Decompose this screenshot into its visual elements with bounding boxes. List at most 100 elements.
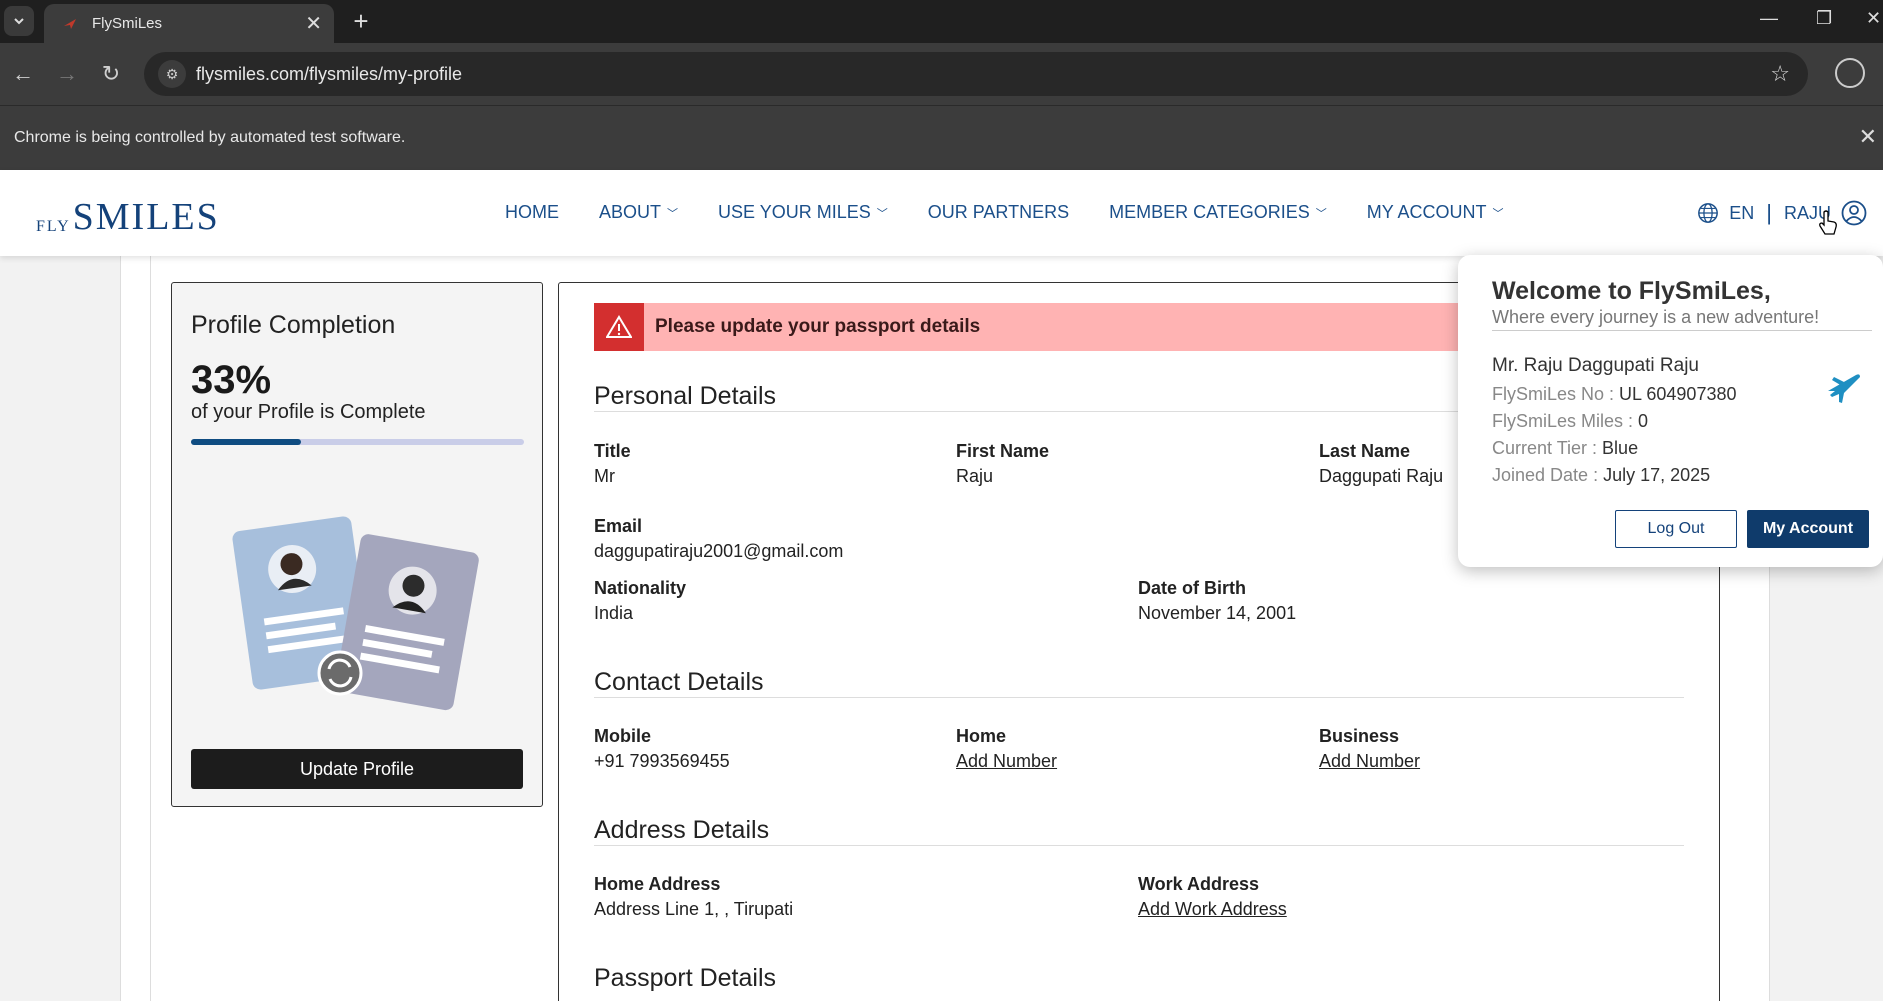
welcome-tagline: Where every journey is a new adventure! xyxy=(1492,307,1820,327)
alert-text: Please update your passport details xyxy=(655,316,981,337)
header-separator: | xyxy=(1766,200,1772,225)
warning-icon xyxy=(594,303,644,351)
dob-label: Date of Birth xyxy=(1138,578,1246,598)
chevron-down-icon xyxy=(14,18,24,25)
miles-row: FlySmiLes Miles : 0 xyxy=(1492,411,1648,432)
nav-our-partners-label: OUR PARTNERS xyxy=(927,202,1070,222)
nav-my-account-label: MY ACCOUNT xyxy=(1366,202,1487,222)
bookmark-star-icon[interactable]: ☆ xyxy=(1770,61,1790,87)
profile-completion-card: Profile Completion 33% of your Profile i… xyxy=(171,282,543,807)
mobile-value: +91 7993569455 xyxy=(594,751,730,771)
reload-icon[interactable]: ↻ xyxy=(96,61,126,87)
tier-value: Blue xyxy=(1602,438,1639,458)
profile-cards-illustration xyxy=(232,516,479,711)
dob-value: November 14, 2001 xyxy=(1138,603,1297,623)
flysmiles-logo[interactable]: FLY SMILES xyxy=(36,192,220,236)
member-number-row: FlySmiLes No : UL 604907380 xyxy=(1492,384,1737,405)
business-phone-label: Business xyxy=(1319,726,1400,746)
restore-icon[interactable]: ❐ xyxy=(1816,8,1832,29)
personal-details-title: Personal Details xyxy=(594,382,777,410)
infobar-close-icon[interactable]: ✕ xyxy=(1859,124,1877,150)
account-dropdown: Welcome to FlySmiLes, Where every journe… xyxy=(1458,255,1883,567)
logo-smiles-text: SMILES xyxy=(72,196,220,238)
automation-infobar: Chrome is being controlled by automated … xyxy=(0,105,1883,170)
member-number-key: FlySmiLes No : xyxy=(1492,384,1615,404)
tier-key: Current Tier : xyxy=(1492,438,1598,458)
new-tab-button[interactable]: + xyxy=(346,6,376,36)
back-icon[interactable]: ← xyxy=(8,61,38,87)
browser-profile-icon[interactable] xyxy=(1835,58,1865,88)
nav-our-partners[interactable]: OUR PARTNERS xyxy=(928,202,1069,223)
miles-value: 0 xyxy=(1638,411,1649,431)
nav-home-label: HOME xyxy=(505,202,559,222)
url-text: flysmiles.com/flysmiles/my-profile xyxy=(196,63,463,84)
log-out-button[interactable]: Log Out xyxy=(1615,510,1737,548)
title-value: Mr xyxy=(594,466,615,486)
header-user-area: EN | RAJU xyxy=(1697,200,1867,226)
first-name-value: Raju xyxy=(956,466,994,486)
passport-details-title: Passport Details xyxy=(594,964,777,992)
address-bar[interactable]: ⚙ flysmiles.com/flysmiles/my-profile ☆ xyxy=(144,52,1808,96)
nav-member-categories-label: MEMBER CATEGORIES xyxy=(1109,202,1310,222)
last-name-label: Last Name xyxy=(1319,441,1411,461)
member-number-value: UL 604907380 xyxy=(1619,384,1737,404)
profile-progress-bar xyxy=(191,439,524,445)
add-work-address-link[interactable]: Add Work Address xyxy=(1138,899,1287,920)
chevron-down-icon: ﹀ xyxy=(876,207,888,220)
profile-completion-subtitle: of your Profile is Complete xyxy=(191,401,426,423)
member-name: Mr. Raju Daggupati Raju xyxy=(1492,355,1699,376)
minimize-icon[interactable]: — xyxy=(1760,8,1778,29)
add-business-number-link[interactable]: Add Number xyxy=(1319,751,1420,772)
user-account-icon[interactable] xyxy=(1841,200,1867,226)
first-name-label: First Name xyxy=(956,441,1050,461)
nav-my-account[interactable]: MY ACCOUNT ﹀ xyxy=(1367,202,1504,223)
tab-close-icon[interactable]: ✕ xyxy=(305,11,322,36)
nav-about-label: ABOUT xyxy=(599,202,662,222)
browser-tab-bar: FlySmiLes ✕ + — ❐ ✕ xyxy=(0,0,1883,43)
email-label: Email xyxy=(594,516,643,536)
miles-key: FlySmiLes Miles : xyxy=(1492,411,1634,431)
update-profile-button[interactable]: Update Profile xyxy=(191,749,523,789)
joined-date-key: Joined Date : xyxy=(1492,465,1599,485)
nationality-value: India xyxy=(594,603,634,623)
add-home-number-link[interactable]: Add Number xyxy=(956,751,1057,772)
tab-title: FlySmiLes xyxy=(92,15,163,32)
last-name-value: Daggupati Raju xyxy=(1319,466,1444,486)
nav-use-your-miles[interactable]: USE YOUR MILES ﹀ xyxy=(718,202,888,223)
logo-fly-text: FLY xyxy=(36,218,71,235)
my-account-button[interactable]: My Account xyxy=(1747,510,1869,548)
nav-member-categories[interactable]: MEMBER CATEGORIES ﹀ xyxy=(1109,202,1327,223)
section-divider xyxy=(594,845,1684,846)
mobile-label: Mobile xyxy=(594,726,651,746)
profile-progress-fill xyxy=(191,439,301,445)
site-header: FLY SMILES HOME ABOUT ﹀ USE YOUR MILES ﹀ O… xyxy=(0,170,1883,256)
joined-date-row: Joined Date : July 17, 2025 xyxy=(1492,465,1710,486)
contact-details-title: Contact Details xyxy=(594,668,764,696)
welcome-heading: Welcome to FlySmiLes, xyxy=(1492,277,1771,305)
tab-search-button[interactable] xyxy=(4,6,34,36)
browser-toolbar: ← → ↻ ⚙ flysmiles.com/flysmiles/my-profi… xyxy=(0,43,1883,105)
forward-icon[interactable]: → xyxy=(52,61,82,87)
nav-about[interactable]: ABOUT ﹀ xyxy=(599,202,678,223)
close-window-icon[interactable]: ✕ xyxy=(1866,8,1881,29)
profile-completion-percent: 33% xyxy=(191,358,272,402)
nationality-label: Nationality xyxy=(594,578,687,598)
home-phone-label: Home xyxy=(956,726,1007,746)
home-address-label: Home Address xyxy=(594,874,721,894)
nav-home[interactable]: HOME xyxy=(505,202,559,223)
browser-tab[interactable]: FlySmiLes ✕ xyxy=(44,4,334,43)
hand-cursor-icon xyxy=(1819,210,1837,235)
chevron-down-icon: ﹀ xyxy=(1315,207,1327,220)
globe-icon[interactable] xyxy=(1697,202,1719,224)
profile-completion-title: Profile Completion xyxy=(191,311,396,339)
joined-date-value: July 17, 2025 xyxy=(1603,465,1711,485)
language-selector[interactable]: EN xyxy=(1729,203,1754,224)
chevron-down-icon: ﹀ xyxy=(1492,207,1504,220)
home-address-value: Address Line 1, , Tirupati xyxy=(594,899,794,919)
nav-use-your-miles-label: USE YOUR MILES xyxy=(718,202,871,222)
site-info-icon[interactable]: ⚙ xyxy=(158,60,186,88)
work-address-label: Work Address xyxy=(1138,874,1260,894)
popup-divider xyxy=(1492,330,1872,331)
infobar-text: Chrome is being controlled by automated … xyxy=(14,129,406,146)
tier-row: Current Tier : Blue xyxy=(1492,438,1638,459)
